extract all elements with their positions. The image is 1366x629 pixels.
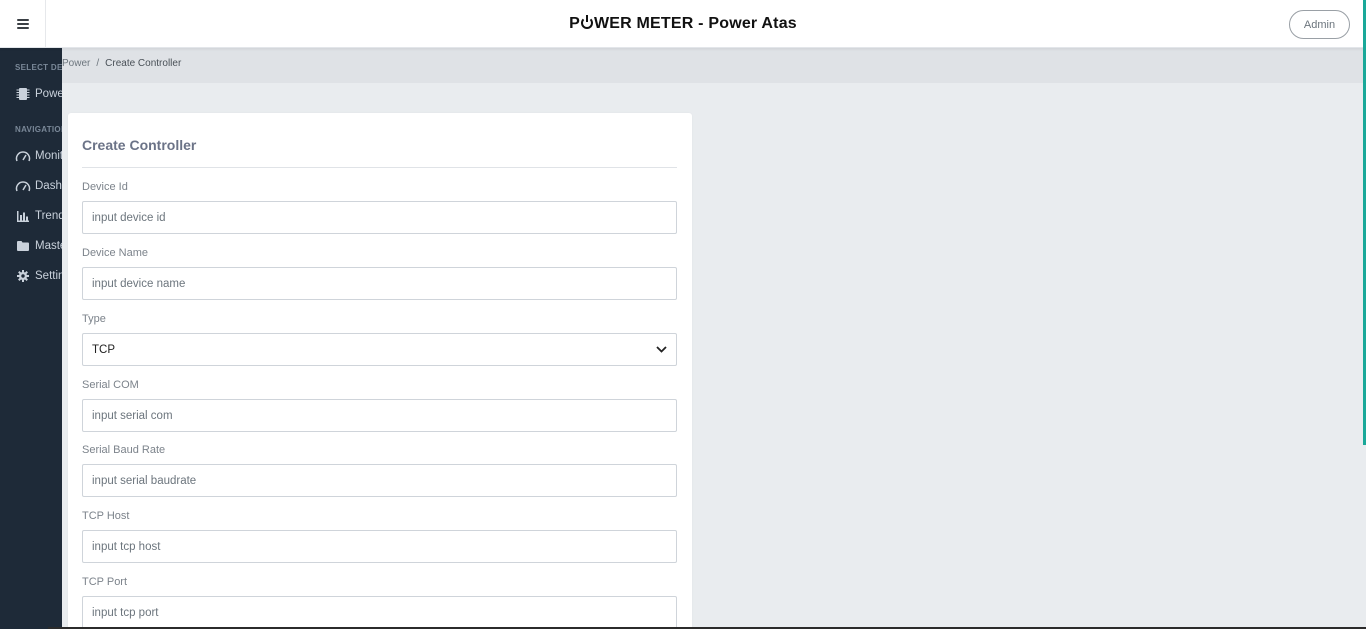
sidebar-item-dashboard[interactable]: Dashboard [15, 177, 62, 195]
breadcrumb-bar [62, 48, 1363, 83]
sidebar-item-label: Master [35, 240, 62, 252]
serial-baud-rate-label: Serial Baud Rate [82, 444, 166, 456]
breadcrumb-link-power[interactable]: Power [62, 58, 90, 69]
gear-icon [15, 269, 31, 283]
app-title: P WER METER - Power Atas [0, 15, 1366, 33]
select-device-heading: SELECT DEVICE [15, 63, 62, 72]
bar-chart-icon [15, 209, 31, 223]
device-id-label: Device Id [82, 181, 128, 193]
sidebar-item-setting[interactable]: Setting [15, 267, 62, 285]
serial-com-label: Serial COM [82, 379, 139, 391]
divider [82, 167, 677, 168]
top-navbar: P WER METER - Power Atas Admin [0, 0, 1366, 48]
device-selector[interactable]: Power [15, 85, 62, 103]
sidebar-item-master[interactable]: Master [15, 237, 62, 255]
tcp-host-label: TCP Host [82, 510, 130, 522]
navigation-heading: NAVIGATION [15, 125, 62, 134]
app-title-start: P [569, 15, 580, 32]
sidebar-item-trend[interactable]: Trend [15, 207, 62, 225]
tcp-port-label: TCP Port [82, 576, 128, 588]
sidebar-item-label: Trend [35, 210, 62, 222]
sidebar-item-label: Dashboard [35, 180, 62, 192]
serial-com-input[interactable] [82, 399, 677, 432]
type-select[interactable]: TCP [82, 333, 677, 366]
breadcrumb: Power / Create Controller [62, 58, 181, 69]
gauge-icon [15, 149, 31, 163]
admin-button[interactable]: Admin [1289, 10, 1350, 39]
tcp-port-input[interactable] [82, 596, 677, 629]
sidebar-item-label: Monitoring [35, 150, 62, 162]
type-select-value: TCP [92, 343, 115, 356]
breadcrumb-current: Create Controller [105, 58, 182, 69]
type-label: Type [82, 313, 106, 325]
serial-baud-rate-input[interactable] [82, 464, 677, 497]
card-title: Create Controller [82, 137, 197, 153]
tcp-host-input[interactable] [82, 530, 677, 563]
sidebar-item-label: Setting [35, 270, 62, 282]
breadcrumb-separator: / [96, 58, 100, 69]
create-controller-card: Create Controller Device Id Device Name … [68, 113, 692, 629]
device-id-input[interactable] [82, 201, 677, 234]
app-title-rest: WER METER - Power Atas [593, 15, 797, 32]
sidebar-item-monitoring[interactable]: Monitoring [15, 147, 62, 165]
device-name-label: Device Name [82, 247, 149, 259]
chevron-down-icon [656, 346, 667, 353]
sidebar: SELECT DEVICE Power NAVIGATION Monitorin… [0, 48, 62, 629]
chip-icon [15, 87, 31, 101]
power-icon [580, 15, 593, 29]
device-name-input[interactable] [82, 267, 677, 300]
folder-icon [15, 239, 31, 253]
device-selector-label: Power [35, 88, 62, 100]
gauge-icon [15, 179, 31, 193]
